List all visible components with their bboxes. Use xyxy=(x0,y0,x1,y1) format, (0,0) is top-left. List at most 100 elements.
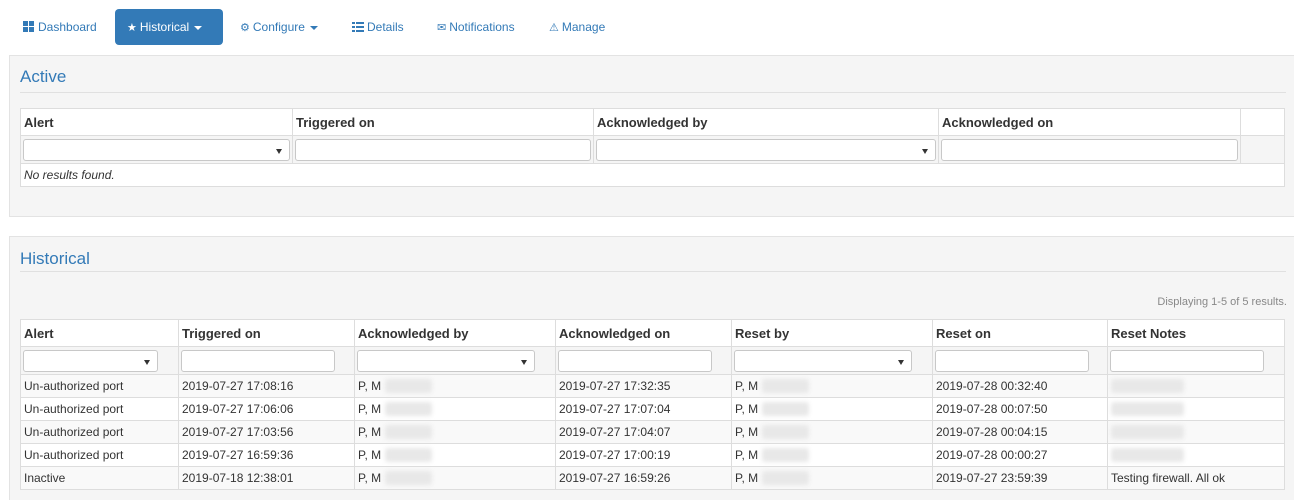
alert-cell: Un-authorized port xyxy=(20,420,179,444)
nav-details[interactable]: Details xyxy=(340,9,416,45)
nav-dashboard[interactable]: Dashboard xyxy=(11,9,109,45)
acknowledged-by-cell: P, Mredacted xyxy=(354,466,556,490)
redacted-note: redacted note xyxy=(1111,402,1185,416)
acknowledged-on-cell-text: 2019-07-27 16:59:26 xyxy=(559,471,671,485)
star-icon: ★ xyxy=(127,22,137,34)
nav-configure[interactable]: ⚙ Configure xyxy=(228,9,330,45)
nav-notifications[interactable]: ✉ Notifications xyxy=(425,9,527,45)
no-results-message: No results found. xyxy=(20,163,1285,187)
gear-icon: ⚙ xyxy=(240,22,250,34)
reset-by-cell: P, Mredacted xyxy=(731,443,933,467)
triggered-on-cell: 2019-07-18 12:38:01 xyxy=(178,466,355,490)
reset-notes-cell: redacted note xyxy=(1107,443,1285,467)
alert-cell: Un-authorized port xyxy=(20,397,179,421)
column-header-triggered-on[interactable]: Triggered on xyxy=(292,108,594,136)
acknowledged-on-cell: 2019-07-27 17:07:04 xyxy=(555,397,732,421)
redacted-username: redacted xyxy=(385,379,432,393)
redacted-username: redacted xyxy=(762,448,809,462)
triggered-on-cell-text: 2019-07-27 17:03:56 xyxy=(182,425,294,439)
alert-filter-select[interactable] xyxy=(23,138,290,161)
table-row: Un-authorized port 2019-07-27 16:59:36 P, … xyxy=(20,443,1285,467)
acknowledged-by-cell: P, Mredacted xyxy=(354,397,556,421)
redacted-username: redacted xyxy=(762,471,809,485)
acknowledged-by-cell-text: P, M xyxy=(358,379,382,393)
acknowledged-by-cell-text: P, M xyxy=(358,471,382,485)
acknowledged-on-cell: 2019-07-27 17:00:19 xyxy=(555,443,732,467)
column-header-reset-on[interactable]: Reset on xyxy=(932,319,1108,347)
column-header-acknowledged-by[interactable]: Acknowledged by xyxy=(593,108,939,136)
reset-notes-filter-input[interactable] xyxy=(1110,349,1264,372)
historical-panel: Historical Displaying 1-5 of 5 results. … xyxy=(9,236,1294,500)
acknowledged-on-cell-text: 2019-07-27 17:00:19 xyxy=(559,448,671,462)
acknowledged-by-cell-text: P, M xyxy=(358,425,382,439)
column-header-alert[interactable]: Alert xyxy=(20,108,293,136)
list-icon xyxy=(352,22,364,32)
reset-on-filter-input[interactable] xyxy=(935,349,1089,372)
alert-cell-text: Un-authorized port xyxy=(24,448,124,462)
nav-manage[interactable]: ⚠ Manage xyxy=(537,9,617,45)
redacted-note: redacted note xyxy=(1111,448,1185,462)
acknowledged-by-filter-select[interactable] xyxy=(357,349,535,372)
active-alerts-table: Alert Triggered on Acknowledged by Ackno… xyxy=(20,108,1285,187)
nav-historical[interactable]: ★ Historical xyxy=(115,9,223,45)
reset-by-cell-text: P, M xyxy=(735,448,759,462)
redacted-username: redacted xyxy=(385,471,432,485)
acknowledged-on-cell-text: 2019-07-27 17:04:07 xyxy=(559,425,671,439)
active-panel: Active Alert Triggered on Acknowledged b… xyxy=(9,55,1294,217)
results-count: Displaying 1-5 of 5 results. xyxy=(1157,296,1287,308)
triggered-on-filter-input[interactable] xyxy=(181,349,335,372)
warning-icon: ⚠ xyxy=(549,22,559,34)
reset-on-cell-text: 2019-07-28 00:04:15 xyxy=(936,425,1048,439)
acknowledged-by-filter-select[interactable] xyxy=(596,138,936,161)
triggered-on-cell-text: 2019-07-18 12:38:01 xyxy=(182,471,294,485)
nav-manage-label: Manage xyxy=(561,20,606,34)
reset-notes-cell-text: Testing firewall. All ok xyxy=(1111,471,1226,485)
historical-panel-title: Historical xyxy=(20,249,90,268)
column-header-alert[interactable]: Alert xyxy=(20,319,179,347)
reset-on-cell-text: 2019-07-28 00:07:50 xyxy=(936,402,1048,416)
acknowledged-by-cell: P, Mredacted xyxy=(354,420,556,444)
column-header-acknowledged-on[interactable]: Acknowledged on xyxy=(555,319,732,347)
nav-details-label: Details xyxy=(367,20,404,34)
reset-on-cell: 2019-07-28 00:32:40 xyxy=(932,374,1108,398)
column-header-reset-by[interactable]: Reset by xyxy=(731,319,933,347)
alert-cell: Un-authorized port xyxy=(20,374,179,398)
reset-by-cell-text: P, M xyxy=(735,379,759,393)
column-header-empty xyxy=(1240,108,1285,136)
column-header-triggered-on[interactable]: Triggered on xyxy=(178,319,355,347)
column-header-acknowledged-on[interactable]: Acknowledged on xyxy=(938,108,1241,136)
redacted-username: redacted xyxy=(762,402,809,416)
triggered-on-cell-text: 2019-07-27 16:59:36 xyxy=(182,448,294,462)
reset-notes-cell: Testing firewall. All ok xyxy=(1107,466,1285,490)
reset-on-cell: 2019-07-28 00:00:27 xyxy=(932,443,1108,467)
triggered-on-cell: 2019-07-27 16:59:36 xyxy=(178,443,355,467)
triggered-on-filter-input[interactable] xyxy=(295,138,591,161)
alert-filter-select[interactable] xyxy=(23,349,158,372)
alert-cell-text: Un-authorized port xyxy=(24,402,124,416)
nav-notifications-label: Notifications xyxy=(449,20,515,34)
reset-by-cell-text: P, M xyxy=(735,425,759,439)
reset-on-cell: 2019-07-28 00:04:15 xyxy=(932,420,1108,444)
chevron-down-icon xyxy=(194,25,203,30)
acknowledged-by-cell-text: P, M xyxy=(358,402,382,416)
triggered-on-cell-text: 2019-07-27 17:06:06 xyxy=(182,402,294,416)
acknowledged-by-cell: P, Mredacted xyxy=(354,374,556,398)
redacted-username: redacted xyxy=(385,425,432,439)
filter-cell-empty xyxy=(1240,135,1285,164)
triggered-on-cell-text: 2019-07-27 17:08:16 xyxy=(182,379,294,393)
chevron-down-icon xyxy=(309,25,318,30)
alert-cell: Un-authorized port xyxy=(20,443,179,467)
top-nav: Dashboard ★ Historical ⚙ Configure Details… xyxy=(0,0,1294,52)
redacted-note: redacted note xyxy=(1111,425,1185,439)
acknowledged-on-filter-input[interactable] xyxy=(941,138,1238,161)
column-header-reset-notes[interactable]: Reset Notes xyxy=(1107,319,1285,347)
redacted-username: redacted xyxy=(385,402,432,416)
nav-dashboard-label: Dashboard xyxy=(38,20,97,34)
column-header-acknowledged-by[interactable]: Acknowledged by xyxy=(354,319,556,347)
reset-on-cell: 2019-07-27 23:59:39 xyxy=(932,466,1108,490)
reset-by-cell: P, Mredacted xyxy=(731,420,933,444)
alert-cell-text: Un-authorized port xyxy=(24,425,124,439)
acknowledged-on-filter-input[interactable] xyxy=(558,349,712,372)
acknowledged-by-cell-text: P, M xyxy=(358,448,382,462)
reset-by-filter-select[interactable] xyxy=(734,349,912,372)
